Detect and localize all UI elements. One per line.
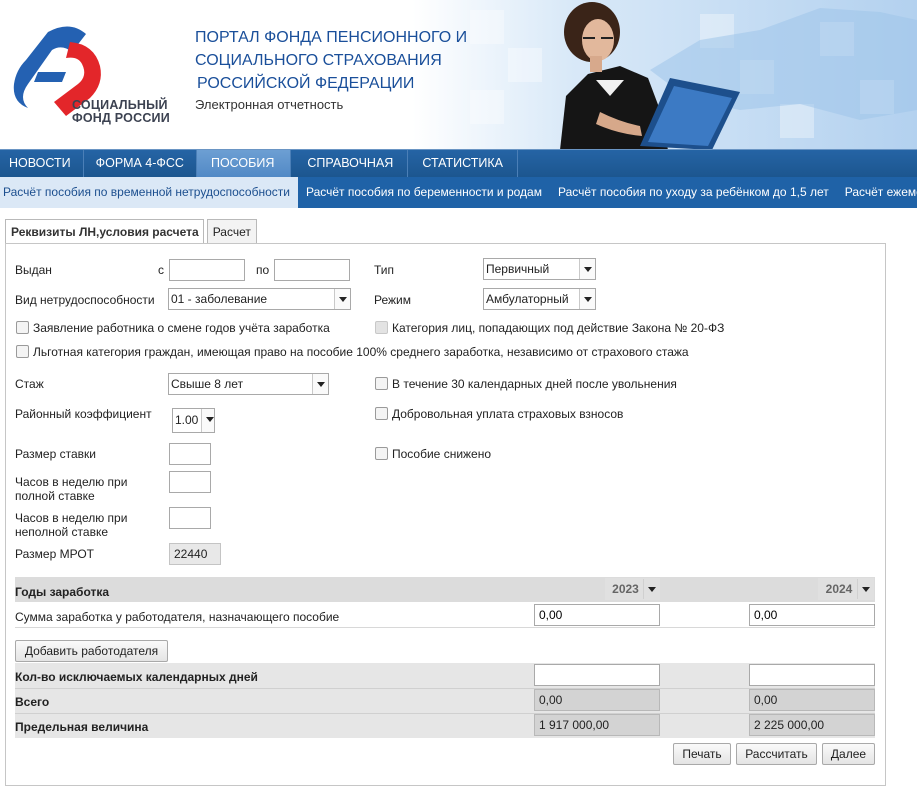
type-label: Тип — [374, 263, 395, 277]
menu-item-statistics[interactable]: СТАТИСТИКА — [408, 150, 518, 177]
issued-to-input[interactable] — [274, 259, 350, 281]
hours-full-input[interactable] — [169, 471, 211, 493]
regional-coefficient-value: 1.00 — [175, 413, 199, 427]
regional-coefficient-select[interactable]: 1.00 — [172, 408, 215, 433]
excluded-days-label: Кол-во исключаемых календарных дней — [15, 670, 258, 684]
issued-label: Выдан — [15, 263, 52, 277]
benefit-reduced-label: Пособие снижено — [392, 447, 492, 461]
excluded-days-year2-input[interactable] — [749, 664, 875, 686]
chevron-down-icon[interactable] — [201, 409, 214, 432]
chevron-down-icon[interactable] — [857, 579, 873, 599]
earnings-sum-year1-input[interactable] — [534, 604, 660, 626]
mrot-value: 22440 — [169, 543, 221, 565]
regional-coefficient-label: Районный коэффициент — [15, 407, 152, 421]
chevron-down-icon[interactable] — [579, 259, 595, 279]
site-header: СОЦИАЛЬНЫЙ ФОНД РОССИИ ПОРТАЛ ФОНДА ПЕНС… — [0, 0, 917, 149]
print-button[interactable]: Печать — [673, 743, 731, 765]
law-20fz-label: Категория лиц, попадающих под действие З… — [392, 321, 725, 335]
voluntary-contributions-checkbox[interactable] — [375, 407, 388, 420]
limit-year1-value: 1 917 000,00 — [534, 714, 660, 736]
experience-select-value: Свыше 8 лет — [171, 377, 244, 391]
next-button[interactable]: Далее — [822, 743, 875, 765]
year2-select[interactable]: 2024 — [818, 578, 874, 600]
experience-select[interactable]: Свыше 8 лет — [168, 373, 329, 395]
total-label: Всего — [15, 695, 50, 709]
experience-label: Стаж — [15, 377, 44, 391]
within-30-days-label: В течение 30 календарных дней после увол… — [392, 377, 677, 391]
earnings-years-label: Годы заработка — [15, 585, 110, 599]
add-employer-button[interactable]: Добавить работодателя — [15, 640, 168, 662]
tab-calculation[interactable]: Расчет — [206, 219, 257, 243]
year1-select-value: 2023 — [612, 582, 639, 596]
privileged-category-checkbox[interactable] — [16, 345, 29, 358]
menu-item-form-4fss[interactable]: ФОРМА 4-ФСС — [84, 150, 197, 177]
disability-label: Вид нетрудоспособности — [15, 293, 155, 307]
change-years-checkbox[interactable] — [16, 321, 29, 334]
rate-input[interactable] — [169, 443, 211, 465]
earnings-sum-year2-input[interactable] — [749, 604, 875, 626]
hours-full-label: Часов в неделю при полной ставке — [15, 475, 128, 503]
menu-item-benefits[interactable]: ПОСОБИЯ — [196, 150, 292, 177]
within-30-days-checkbox[interactable] — [375, 377, 388, 390]
benefits-submenu: Расчёт пособия по временной нетрудоспосо… — [0, 177, 917, 208]
menu-item-reference[interactable]: СПРАВОЧНАЯ — [291, 150, 409, 177]
hours-part-label: Часов в неделю при неполной ставке — [15, 511, 128, 539]
submenu-item-monthly[interactable]: Расчёт ежемесячного — [837, 177, 917, 208]
disability-type-value: 01 - заболевание — [171, 292, 268, 306]
portal-title: ПОРТАЛ ФОНДА ПЕНСИОННОГО И СОЦИАЛЬНОГО С… — [195, 29, 468, 92]
from-label: с — [158, 263, 164, 277]
earnings-sum-label: Сумма заработка у работодателя, назначаю… — [15, 610, 340, 624]
hours-part-input[interactable] — [169, 507, 211, 529]
logo-wordmark: СОЦИАЛЬНЫЙ ФОНД РОССИИ — [72, 98, 170, 125]
submenu-item-childcare[interactable]: Расчёт пособия по уходу за ребёнком до 1… — [550, 177, 837, 208]
portal-subtitle: Электронная отчетность — [195, 97, 344, 112]
row-divider — [15, 627, 875, 628]
mrot-label: Размер МРОТ — [15, 547, 94, 561]
chevron-down-icon[interactable] — [579, 289, 595, 309]
submenu-item-temporary-disability[interactable]: Расчёт пособия по временной нетрудоспосо… — [0, 177, 298, 208]
change-years-label: Заявление работника о смене годов учёта … — [33, 321, 330, 335]
menu-item-news[interactable]: НОВОСТИ — [0, 150, 84, 177]
year2-select-value: 2024 — [825, 582, 853, 596]
earnings-years-header — [15, 577, 875, 602]
type-select[interactable]: Первичный — [483, 258, 596, 280]
chevron-down-icon[interactable] — [643, 579, 659, 599]
total-row — [15, 688, 875, 713]
privileged-category-label: Льготная категория граждан, имеющая прав… — [33, 345, 689, 359]
voluntary-contributions-label: Добровольная уплата страховых взносов — [392, 407, 624, 421]
limit-year2-value: 2 225 000,00 — [749, 714, 875, 736]
submenu-item-maternity[interactable]: Расчёт пособия по беременности и родам — [298, 177, 550, 208]
year1-select[interactable]: 2023 — [605, 578, 660, 600]
mode-select-value: Амбулаторный — [486, 292, 569, 306]
rate-label: Размер ставки — [15, 447, 96, 461]
type-select-value: Первичный — [486, 262, 550, 276]
main-menu: НОВОСТИ ФОРМА 4-ФСС ПОСОБИЯ СПРАВОЧНАЯ С… — [0, 149, 917, 177]
total-year1-value: 0,00 — [534, 689, 660, 711]
to-label: по — [256, 263, 270, 277]
form-tabs: Реквизиты ЛН,условия расчета Расчет — [5, 219, 260, 244]
chevron-down-icon[interactable] — [312, 374, 328, 394]
issued-from-input[interactable] — [169, 259, 245, 281]
mode-label: Режим — [374, 293, 411, 307]
disability-type-select[interactable]: 01 - заболевание — [168, 288, 351, 310]
law-20fz-checkbox[interactable] — [375, 321, 388, 334]
limit-label: Предельная величина — [15, 720, 149, 734]
mode-select[interactable]: Амбулаторный — [483, 288, 596, 310]
excluded-days-year1-input[interactable] — [534, 664, 660, 686]
total-year2-value: 0,00 — [749, 689, 875, 711]
benefit-reduced-checkbox[interactable] — [375, 447, 388, 460]
calculate-button[interactable]: Рассчитать — [736, 743, 817, 765]
chevron-down-icon[interactable] — [334, 289, 350, 309]
tab-requisites[interactable]: Реквизиты ЛН,условия расчета — [5, 219, 204, 244]
